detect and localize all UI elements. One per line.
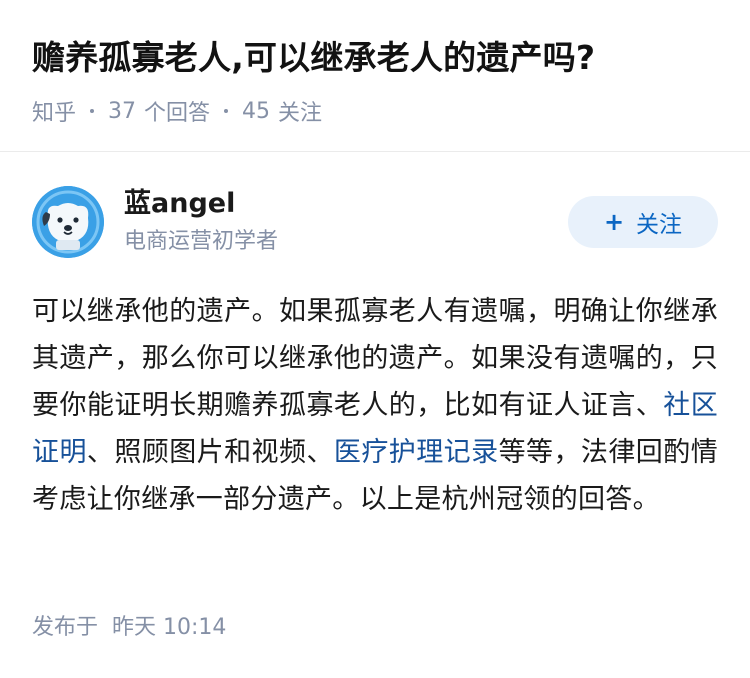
- divider: [0, 151, 750, 152]
- answer-count: 37: [108, 98, 137, 124]
- source-label[interactable]: 知乎: [32, 95, 76, 127]
- question-meta: 知乎 37 个回答 45 关注: [32, 94, 722, 128]
- answer-count-label: 个回答: [144, 101, 211, 126]
- post-time-value: 昨天 10:14: [112, 615, 227, 640]
- cartoon-dog-avatar-icon: [32, 186, 104, 258]
- question-title[interactable]: 赡养孤寡老人,可以继承老人的遗产吗?: [32, 30, 722, 86]
- separator-dot: [90, 109, 95, 113]
- follow-count: 45: [242, 98, 271, 124]
- author-name[interactable]: 蓝angel: [124, 184, 235, 224]
- post-time: 发布于 昨天 10:14: [32, 612, 226, 644]
- follow-button[interactable]: + 关注: [568, 196, 718, 248]
- content-text: 、照顾图片和视频、: [86, 437, 334, 468]
- author-bio: 电商运营初学者: [124, 229, 279, 254]
- plus-icon: +: [603, 208, 625, 236]
- answer-card: 蓝angel 电商运营初学者 + 关注 可以继承他的遗产。如果孤寡老人有遗嘱，明…: [32, 184, 718, 523]
- author-avatar[interactable]: [32, 186, 104, 258]
- post-time-label: 发布于: [32, 615, 99, 640]
- separator-dot: [224, 109, 229, 113]
- follow-count-label: 关注: [278, 101, 323, 126]
- follow-button-label: 关注: [636, 212, 683, 238]
- answer-content: 可以继承他的遗产。如果孤寡老人有遗嘱，明确让你继承其遗产，那么你可以继承他的遗产…: [32, 288, 718, 523]
- author-row: 蓝angel 电商运营初学者 + 关注: [32, 184, 718, 260]
- question-header: 赡养孤寡老人,可以继承老人的遗产吗? 知乎 37 个回答 45 关注: [32, 30, 722, 128]
- link-medical-records[interactable]: 医疗护理记录: [334, 437, 499, 468]
- content-text: 可以继承他的遗产。如果孤寡老人有遗嘱，明确让你继承其遗产，那么你可以继承他的遗产…: [32, 296, 718, 421]
